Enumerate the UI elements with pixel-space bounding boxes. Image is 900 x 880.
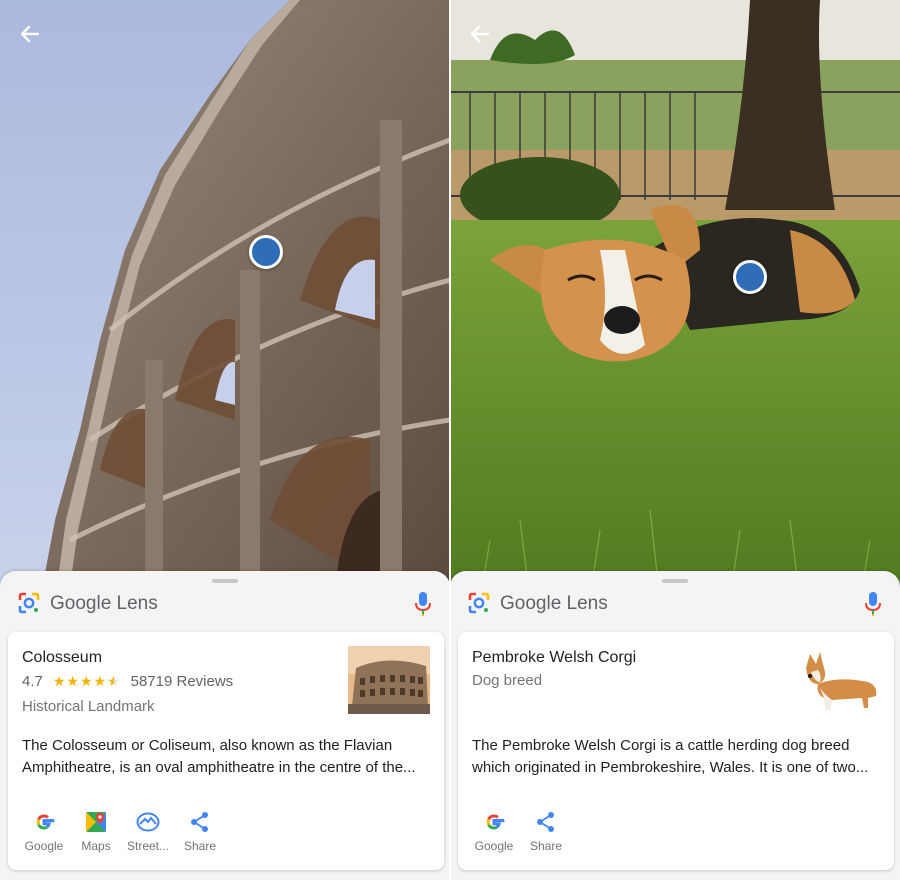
rating-stars: ★★★★★: [52, 673, 121, 689]
corgi-photo: [450, 0, 900, 600]
drag-handle[interactable]: [662, 579, 688, 583]
app-title: Google Lens: [500, 593, 608, 614]
action-row: Google Share: [468, 809, 572, 859]
back-arrow-icon[interactable]: [16, 20, 44, 48]
street-view-icon: [136, 812, 160, 832]
result-title: Pembroke Welsh Corgi: [472, 649, 637, 666]
rating-value: 4.7: [22, 673, 43, 690]
result-description: The Pembroke Welsh Corgi is a cattle her…: [472, 737, 869, 776]
share-icon: [191, 812, 208, 832]
colosseum-photo: [0, 0, 450, 600]
lens-header: Google Lens: [0, 585, 450, 625]
maps-icon: [86, 812, 106, 832]
rating-row: 4.7 ★★★★★ 58719 Reviews: [22, 673, 233, 690]
selection-dot[interactable]: [733, 260, 767, 294]
back-arrow-icon[interactable]: [466, 20, 494, 48]
google-search-button[interactable]: Google: [18, 809, 70, 859]
share-icon: [537, 812, 554, 832]
microphone-icon[interactable]: [862, 590, 884, 618]
microphone-icon[interactable]: [412, 590, 434, 618]
right-panel: Google Lens Pembroke Welsh Corgi Dog bre…: [450, 0, 900, 880]
street-view-button[interactable]: Street...: [122, 809, 174, 859]
drag-handle[interactable]: [212, 579, 238, 583]
result-category: Historical Landmark: [22, 698, 155, 715]
google-icon: [486, 814, 505, 830]
share-button[interactable]: Share: [520, 809, 572, 859]
results-sheet: Google Lens Colosseum 4.7 ★★★★★ 58719 Re…: [0, 571, 450, 880]
google-lens-logo-icon: [468, 592, 490, 614]
app-title: Google Lens: [50, 593, 158, 614]
result-card[interactable]: Pembroke Welsh Corgi Dog breed The Pembr…: [458, 632, 894, 870]
selection-dot[interactable]: [249, 235, 283, 269]
review-count: 58719 Reviews: [130, 673, 234, 690]
result-card[interactable]: Colosseum 4.7 ★★★★★ 58719 Reviews Histor…: [8, 632, 444, 870]
maps-button[interactable]: Maps: [70, 809, 122, 859]
result-title: Colosseum: [22, 649, 103, 666]
panel-divider: [449, 0, 451, 880]
google-icon: [36, 814, 55, 830]
google-lens-logo-icon: [18, 592, 40, 614]
action-row: Google Maps Street... Share: [18, 809, 226, 859]
result-category: Dog breed: [472, 672, 543, 689]
corgi-thumbnail[interactable]: [798, 646, 880, 714]
google-search-button[interactable]: Google: [468, 809, 520, 859]
result-description: The Colosseum or Coliseum, also known as…: [22, 737, 416, 776]
lens-header: Google Lens: [450, 585, 900, 625]
share-button[interactable]: Share: [174, 809, 226, 859]
left-panel: Google Lens Colosseum 4.7 ★★★★★ 58719 Re…: [0, 0, 450, 880]
results-sheet: Google Lens Pembroke Welsh Corgi Dog bre…: [450, 571, 900, 880]
colosseum-thumbnail[interactable]: [348, 646, 430, 714]
